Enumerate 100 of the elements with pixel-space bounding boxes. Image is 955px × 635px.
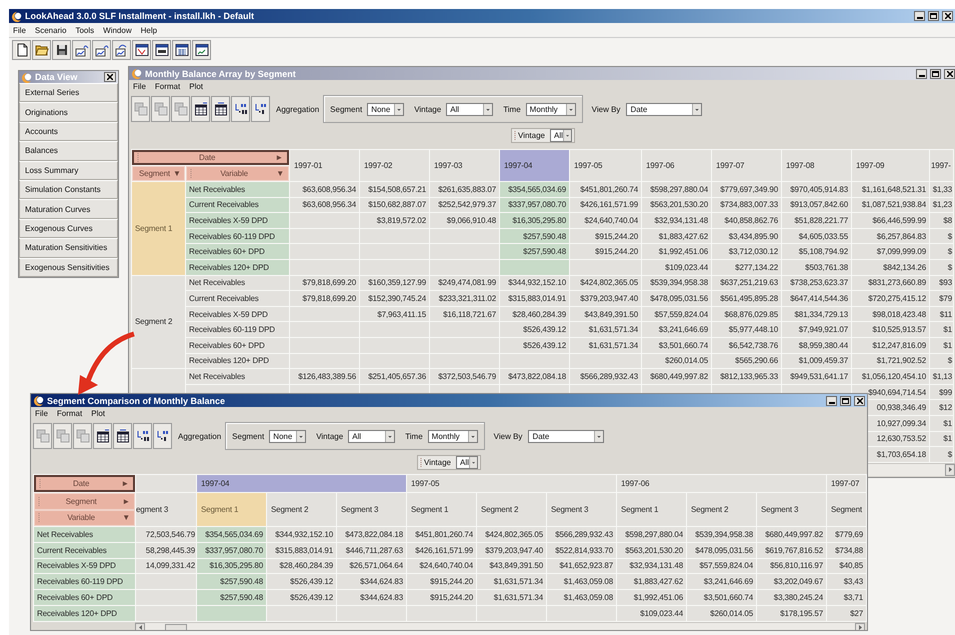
column-header[interactable]: Segment 1 — [616, 492, 686, 526]
pivot-field[interactable]: Segment ► — [34, 493, 135, 510]
toolbar-button[interactable] — [152, 40, 171, 60]
toolbar-button[interactable] — [172, 40, 191, 60]
row-header: Receivables 120+ DPD — [34, 605, 136, 622]
column-header[interactable]: 1997-08 — [782, 150, 852, 182]
menu-item[interactable]: Help — [140, 26, 158, 34]
minimize-button[interactable] — [826, 396, 837, 406]
data-view-item[interactable]: Balances — [19, 141, 118, 161]
toolbar-button[interactable] — [133, 423, 152, 449]
column-header[interactable]: Segment 3 — [336, 492, 406, 526]
maximize-button[interactable] — [840, 396, 851, 406]
maximize-button[interactable] — [930, 68, 941, 78]
close-button[interactable] — [942, 11, 953, 21]
menu-item[interactable]: Plot — [189, 82, 204, 91]
column-header[interactable]: Segment 2 — [266, 492, 336, 526]
column-header[interactable]: Segment 3 — [756, 492, 826, 526]
data-view-item[interactable]: Maturation Sensitivities — [19, 238, 118, 258]
menu-item[interactable]: Window — [103, 26, 132, 34]
menu-item[interactable]: File — [13, 26, 26, 34]
dropdown[interactable]: Date — [626, 102, 702, 116]
table-cell: $8 — [930, 212, 954, 228]
pivot-field[interactable]: Segment ▼ — [132, 166, 185, 181]
column-header[interactable]: 1997- — [930, 150, 954, 182]
close-button[interactable] — [944, 68, 955, 78]
dropdown[interactable]: All — [456, 456, 478, 468]
toolbar-button[interactable] — [231, 96, 250, 122]
toolbar-button[interactable] — [52, 40, 71, 60]
table-cell — [290, 353, 360, 369]
dropdown[interactable]: All — [446, 102, 494, 116]
pivot-field[interactable]: Variable ▼ — [34, 510, 135, 526]
close-button[interactable] — [854, 396, 865, 406]
dropdown[interactable]: Date — [528, 430, 604, 442]
menu-item[interactable]: Format — [56, 409, 82, 418]
toolbar-button[interactable] — [153, 423, 172, 449]
data-view-item[interactable]: Loss Summary — [19, 160, 118, 180]
toolbar-button[interactable] — [191, 96, 210, 122]
table-cell: $779,69 — [826, 526, 866, 542]
data-view-item[interactable]: External Series — [19, 83, 118, 102]
column-header[interactable]: 1997-02 — [360, 150, 430, 182]
data-view-item[interactable]: Accounts — [19, 122, 118, 142]
table-cell: $4,605,033.55 — [782, 228, 852, 244]
toolbar-button[interactable] — [112, 40, 131, 60]
column-header[interactable]: Segment 1 — [196, 492, 266, 526]
column-header[interactable]: 1997-05 — [570, 150, 642, 182]
menu-item[interactable]: Scenario — [34, 26, 66, 34]
column-header[interactable]: 1997-03 — [430, 150, 500, 182]
scroll-left-button[interactable] — [135, 622, 145, 630]
close-button[interactable] — [104, 72, 116, 82]
toolbar-button[interactable] — [132, 40, 151, 60]
column-header[interactable]: Segment 2 — [686, 492, 756, 526]
column-header[interactable]: 1997-09 — [852, 150, 930, 182]
maximize-button[interactable] — [928, 11, 939, 21]
data-view-item[interactable]: Originations — [19, 102, 118, 122]
column-header[interactable]: 1997-06 — [642, 150, 712, 182]
toolbar-button[interactable] — [251, 96, 270, 122]
column-header[interactable]: 1997-07 — [712, 150, 782, 182]
minimize-button[interactable] — [916, 68, 927, 78]
pivot-field[interactable]: Date ► — [34, 475, 135, 492]
column-header[interactable]: Segment 1 — [406, 492, 476, 526]
data-view-item[interactable]: Exogenous Sensitivities — [19, 258, 118, 277]
data-view-item[interactable]: Simulation Constants — [19, 180, 118, 200]
toolbar-button[interactable] — [113, 423, 132, 449]
toolbar-button[interactable] — [72, 40, 91, 60]
minimize-button[interactable] — [914, 11, 925, 21]
dropdown[interactable]: All — [550, 128, 572, 142]
column-header[interactable]: Segment — [826, 492, 866, 526]
column-group-header[interactable]: 1997-05 — [406, 474, 616, 492]
pivot-field[interactable]: Date ► — [132, 150, 289, 165]
menu-item[interactable]: File — [133, 82, 146, 91]
toolbar-button[interactable] — [93, 423, 112, 449]
table-cell — [430, 228, 500, 244]
toolbar-button[interactable] — [192, 40, 211, 60]
data-view-item[interactable]: Exogenous Curves — [19, 218, 118, 238]
toolbar-button[interactable] — [92, 40, 111, 60]
column-header[interactable]: Segment 3 — [546, 492, 616, 526]
column-group-header[interactable]: 1997-04 — [196, 474, 406, 492]
toolbar-button[interactable] — [12, 40, 31, 60]
dropdown[interactable]: Monthly — [526, 102, 576, 116]
menu-item[interactable]: Format — [154, 82, 180, 91]
toolbar-button[interactable] — [211, 96, 230, 122]
scrollbar-thumb[interactable] — [165, 624, 187, 630]
menu-item[interactable]: Plot — [91, 409, 106, 418]
dropdown[interactable]: None — [269, 430, 306, 442]
table-cell: $1,13 — [930, 368, 954, 384]
column-group-header[interactable]: 1997-07 — [826, 474, 866, 492]
menu-item[interactable]: File — [35, 409, 48, 418]
data-view-item[interactable]: Maturation Curves — [19, 199, 118, 219]
menu-item[interactable]: Tools — [75, 26, 94, 34]
pivot-field[interactable]: Variable ▼ — [186, 166, 289, 181]
scroll-right-button[interactable] — [945, 464, 955, 476]
column-header[interactable]: egment 3 — [136, 492, 196, 526]
dropdown[interactable]: Monthly — [428, 430, 478, 442]
scroll-right-button[interactable] — [855, 622, 865, 630]
column-header[interactable]: 1997-01 — [290, 150, 360, 182]
column-header[interactable]: 1997-04 — [500, 150, 570, 182]
dropdown[interactable]: All — [348, 430, 396, 442]
column-header[interactable]: Segment 2 — [476, 492, 546, 526]
column-group-header[interactable]: 1997-06 — [616, 474, 826, 492]
dropdown[interactable]: None — [367, 102, 404, 116]
